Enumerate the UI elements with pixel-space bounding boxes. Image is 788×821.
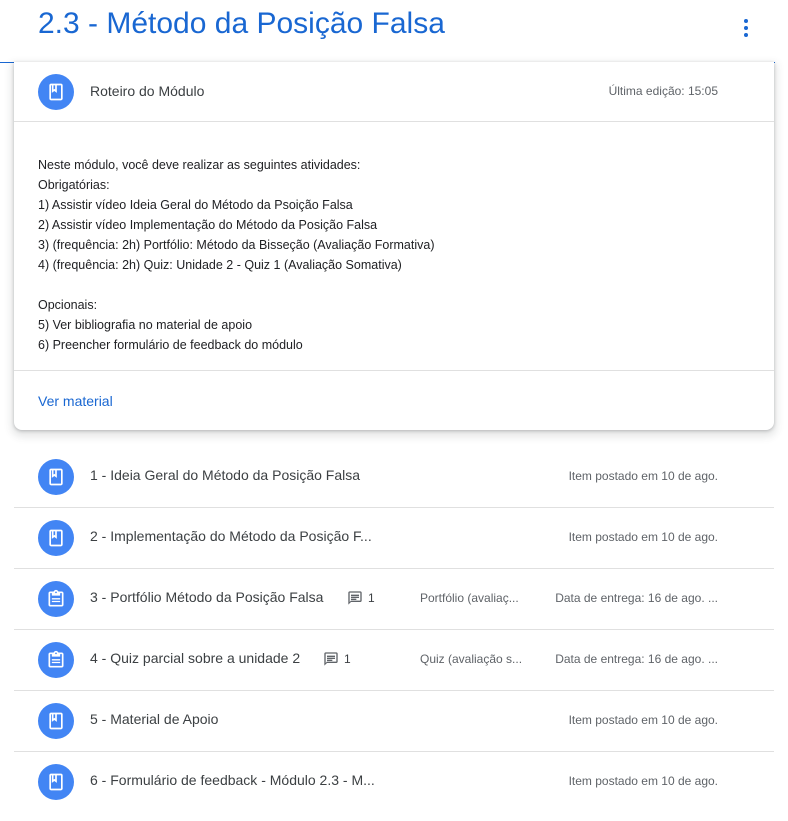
description-line: 4) (frequência: 2h) Quiz: Unidade 2 - Qu… xyxy=(38,258,402,272)
classwork-item[interactable]: 2 - Implementação do Método da Posição F… xyxy=(14,508,774,569)
description-line: 3) (frequência: 2h) Portfólio: Método da… xyxy=(38,238,435,252)
item-posted-date: Item postado em 10 de ago. xyxy=(568,469,718,483)
kebab-dot xyxy=(744,26,748,30)
book-icon xyxy=(38,74,74,110)
item-posted-date: Item postado em 10 de ago. xyxy=(568,530,718,544)
topic-header: 2.3 - Método da Posição Falsa xyxy=(0,0,775,63)
book-icon xyxy=(38,520,74,556)
item-category: Portfólio (avaliaç... xyxy=(420,591,519,605)
description-line: Neste módulo, você deve realizar as segu… xyxy=(38,158,361,172)
kebab-dot xyxy=(744,19,748,23)
classwork-item[interactable]: 3 - Portfólio Método da Posição Falsa 1 … xyxy=(14,569,774,630)
assignment-icon xyxy=(38,642,74,678)
book-icon xyxy=(38,703,74,739)
item-title: 2 - Implementação do Método da Posição F… xyxy=(90,528,372,544)
classwork-topic: 2.3 - Método da Posição Falsa Roteiro do… xyxy=(0,0,788,821)
material-card-footer: Ver material xyxy=(14,370,774,431)
material-description: Neste módulo, você deve realizar as segu… xyxy=(38,155,738,355)
comment-count: 1 xyxy=(347,590,375,606)
item-title: 4 - Quiz parcial sobre a unidade 2 xyxy=(90,650,301,666)
item-posted-date: Item postado em 10 de ago. xyxy=(568,774,718,788)
item-posted-date: Item postado em 10 de ago. xyxy=(568,713,718,727)
item-title: 3 - Portfólio Método da Posição Falsa xyxy=(90,589,324,605)
item-title: 1 - Ideia Geral do Método da Posição Fal… xyxy=(90,467,361,483)
classwork-item[interactable]: 5 - Material de Apoio Item postado em 10… xyxy=(14,691,774,752)
item-title: 6 - Formulário de feedback - Módulo 2.3 … xyxy=(90,772,375,788)
more-options-icon[interactable] xyxy=(728,10,764,46)
classwork-item[interactable]: 4 - Quiz parcial sobre a unidade 2 1 Qui… xyxy=(14,630,774,691)
assignment-icon xyxy=(38,581,74,617)
book-icon xyxy=(38,764,74,800)
comment-count: 1 xyxy=(323,651,351,667)
expanded-material-card: Roteiro do Módulo Última edição: 15:05 N… xyxy=(14,62,774,430)
material-card-header[interactable]: Roteiro do Módulo Última edição: 15:05 xyxy=(14,62,774,122)
kebab-dot xyxy=(744,33,748,37)
topic-title: 2.3 - Método da Posição Falsa xyxy=(38,7,445,40)
comment-count-value: 1 xyxy=(344,652,351,666)
item-title: 5 - Material de Apoio xyxy=(90,711,219,727)
description-line: 2) Assistir vídeo Implementação do Métod… xyxy=(38,218,378,232)
description-line: Opcionais: xyxy=(38,298,98,312)
description-line: 5) Ver bibliografia no material de apoio xyxy=(38,318,253,332)
view-material-link[interactable]: Ver material xyxy=(38,393,113,409)
comment-icon xyxy=(347,590,363,606)
classwork-item[interactable]: 6 - Formulário de feedback - Módulo 2.3 … xyxy=(14,752,774,812)
description-line: 1) Assistir vídeo Ideia Geral do Método … xyxy=(38,198,353,212)
book-icon xyxy=(38,459,74,495)
last-edited: Última edição: 15:05 xyxy=(608,84,718,98)
item-due-date: Data de entrega: 16 de ago. ... xyxy=(555,652,718,666)
material-title: Roteiro do Módulo xyxy=(90,83,205,99)
classwork-item[interactable]: 1 - Ideia Geral do Método da Posição Fal… xyxy=(14,447,774,508)
comment-count-value: 1 xyxy=(368,591,375,605)
description-blank-line xyxy=(38,275,738,295)
comment-icon xyxy=(323,651,339,667)
item-category: Quiz (avaliação s... xyxy=(420,652,523,666)
item-due-date: Data de entrega: 16 de ago. ... xyxy=(555,591,718,605)
description-line: 6) Preencher formulário de feedback do m… xyxy=(38,338,303,352)
description-line: Obrigatórias: xyxy=(38,178,110,192)
